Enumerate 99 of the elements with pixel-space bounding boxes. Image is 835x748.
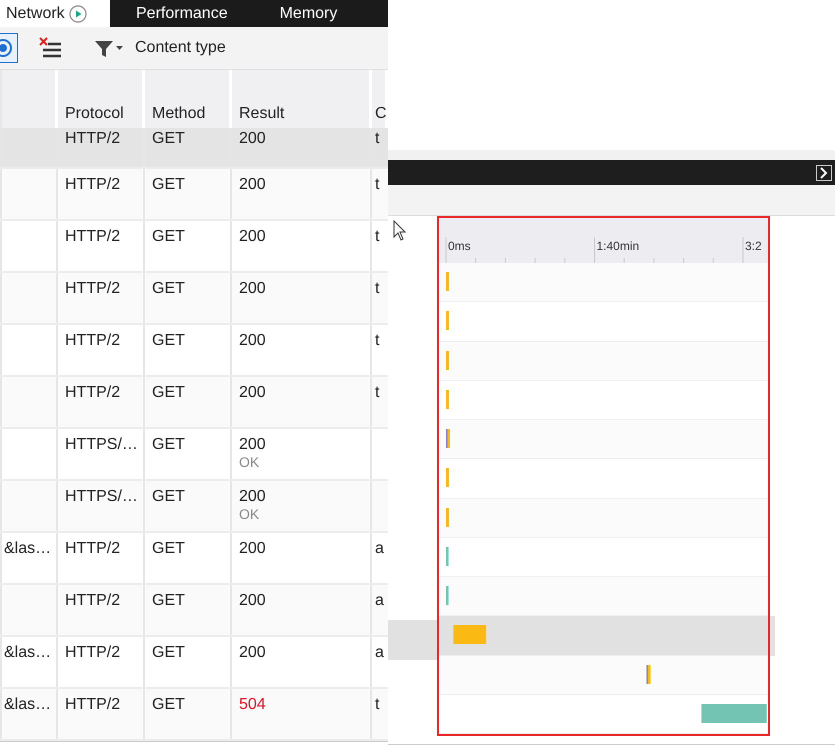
tab[interactable]: Network xyxy=(0,0,110,27)
table-cell: a xyxy=(375,540,384,557)
timing-bar xyxy=(446,311,449,330)
table-row[interactable]: &las… HTTP/2 GET 200 a xyxy=(0,533,388,585)
table-cell: HTTP/2 xyxy=(65,176,120,193)
timeline-row[interactable] xyxy=(439,577,768,616)
expand-icon[interactable] xyxy=(816,164,832,180)
timeline-row[interactable] xyxy=(439,616,768,656)
table-cell: a xyxy=(375,592,384,609)
status-code: 200 xyxy=(239,228,266,246)
table-row[interactable]: HTTP/2 GET 200 a xyxy=(0,585,388,637)
table-row[interactable]: HTTP/2 GET 200 t xyxy=(0,377,388,429)
table-cell: t xyxy=(375,332,380,349)
timing-bar xyxy=(446,586,448,605)
table-cell: HTTPS/… xyxy=(65,488,138,505)
tick-label: 3:2 xyxy=(745,239,762,253)
table-cell: GET xyxy=(152,332,185,349)
table-cell: &las… xyxy=(4,644,52,661)
table-cell: GET xyxy=(152,644,185,661)
filter-icon[interactable] xyxy=(93,38,125,58)
status-code: 200 xyxy=(239,280,266,298)
tab[interactable]: Performance xyxy=(110,0,254,27)
table-row[interactable]: HTTPS/… GET 200 OK xyxy=(0,429,388,481)
table-cell: HTTP/2 xyxy=(65,228,120,245)
timing-bar xyxy=(446,546,448,566)
status-code: 200 xyxy=(239,644,266,662)
row-highlight xyxy=(770,616,775,656)
table-row[interactable]: HTTP/2 GET 200 t xyxy=(0,325,388,377)
table-row[interactable]: &las… HTTP/2 GET 504 t xyxy=(0,689,388,741)
table-cell: HTTP/2 xyxy=(65,644,120,661)
table-cell: t xyxy=(375,130,380,147)
table-cell: GET xyxy=(152,228,185,245)
table-cell: GET xyxy=(152,488,185,505)
clear-icon[interactable] xyxy=(39,37,63,59)
timing-bar xyxy=(701,704,767,723)
column-header[interactable]: Method xyxy=(152,105,206,123)
table-cell: t xyxy=(375,696,380,713)
column-header[interactable]: Protocol xyxy=(65,105,124,123)
timeline-row[interactable] xyxy=(439,656,768,695)
play-icon xyxy=(68,4,87,22)
table-cell: HTTP/2 xyxy=(65,592,120,609)
table-cell: HTTP/2 xyxy=(65,332,120,349)
status-code: 200 xyxy=(239,488,266,506)
record-button[interactable] xyxy=(0,33,18,63)
table-cell: t xyxy=(375,228,380,245)
timeline-row[interactable] xyxy=(439,420,768,460)
table-cell: HTTPS/… xyxy=(65,436,138,453)
timing-bar xyxy=(446,272,449,291)
timing-bar xyxy=(446,390,449,409)
timing-bar xyxy=(446,468,449,488)
tick-label: 0ms xyxy=(448,239,471,253)
cursor-icon xyxy=(393,220,407,242)
table-row[interactable]: HTTP/2 GET 200 t xyxy=(0,128,388,169)
table-cell: GET xyxy=(152,592,185,609)
column-header[interactable]: Result xyxy=(239,105,284,123)
tab[interactable]: Memory xyxy=(254,0,364,27)
table-cell: GET xyxy=(152,280,185,297)
timing-bar xyxy=(453,625,486,644)
table-row[interactable]: HTTP/2 GET 200 t xyxy=(0,169,388,221)
table-cell: t xyxy=(375,384,380,401)
timing-bar xyxy=(446,350,449,370)
table-cell: t xyxy=(375,176,380,193)
status-text: OK xyxy=(239,454,260,470)
table-cell: &las… xyxy=(4,696,52,713)
status-code: 200 xyxy=(239,130,266,148)
table-cell: t xyxy=(375,280,380,297)
table-cell: a xyxy=(375,644,384,661)
table-cell: GET xyxy=(152,176,185,193)
table-cell: GET xyxy=(152,130,185,147)
timeline-row[interactable] xyxy=(439,342,768,381)
table-cell: HTTP/2 xyxy=(65,280,120,297)
table-row[interactable]: HTTPS/… GET 200 OK xyxy=(0,481,388,533)
table-cell: GET xyxy=(152,384,185,401)
column-header[interactable]: C xyxy=(375,105,387,123)
status-code: 200 xyxy=(239,540,266,558)
table-cell: &las… xyxy=(4,540,52,557)
table-row[interactable]: HTTP/2 GET 200 t xyxy=(0,221,388,273)
status-code: 200 xyxy=(239,332,266,350)
table-row[interactable]: &las… HTTP/2 GET 200 a xyxy=(0,637,388,689)
status-code: 200 xyxy=(239,436,266,454)
timeline-row[interactable] xyxy=(439,263,768,302)
status-code: 200 xyxy=(239,592,266,610)
table-cell: HTTP/2 xyxy=(65,384,120,401)
content-type-filter[interactable]: Content type xyxy=(135,39,226,57)
table-cell: HTTP/2 xyxy=(65,130,120,147)
table-cell: GET xyxy=(152,540,185,557)
table-cell: HTTP/2 xyxy=(65,540,120,557)
status-text: OK xyxy=(239,506,260,522)
timing-bar xyxy=(446,508,449,526)
table-cell: GET xyxy=(152,696,185,713)
status-code: 504 xyxy=(239,696,266,714)
table-cell: GET xyxy=(152,436,185,453)
timeline-row[interactable] xyxy=(439,498,768,538)
status-code: 200 xyxy=(239,384,266,402)
tick-label: 1:40min xyxy=(596,239,640,253)
table-cell: HTTP/2 xyxy=(65,696,120,713)
status-code: 200 xyxy=(239,176,266,194)
table-row[interactable]: HTTP/2 GET 200 t xyxy=(0,273,388,325)
row-highlight xyxy=(388,620,437,660)
